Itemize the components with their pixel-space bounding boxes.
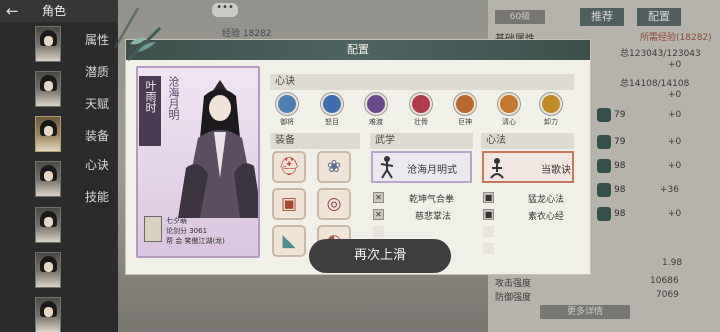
duel-score: 论剑分 3061 [166,227,208,235]
skill-slot[interactable]: 怒目 [319,93,345,127]
skill-slot[interactable]: 巨神 [452,93,478,127]
character-portrait[interactable] [35,26,61,62]
tab-skills[interactable]: 技能 [85,188,113,205]
helmet-icon: ⛑ [278,157,300,177]
wuxue-item[interactable]: 慈悲掌法 [415,209,451,222]
equipment-slot[interactable]: ⛑ [272,151,306,183]
wuxue-header: 武学 [370,133,473,149]
skill-slot[interactable]: 壮骨 [408,93,434,127]
character-name: 叶雨时 [139,76,161,146]
page-title: 角色 [42,4,67,18]
tab-equipment[interactable]: 装备 [85,127,113,144]
meditation-figure-icon [490,158,504,179]
empty-slot[interactable] [373,226,384,237]
boots-icon: ◣ [282,231,296,251]
avatar [144,216,162,242]
eye-icon [321,93,343,115]
equipment-header: 装备 [270,133,360,149]
armor-icon: ▣ [280,194,298,214]
character-portrait[interactable] [35,71,61,107]
character-portrait[interactable] [35,297,61,332]
martial-figure-icon [380,156,394,179]
skill-slot[interactable]: 清心 [496,93,522,127]
empty-slot[interactable] [483,243,494,254]
tab-attributes[interactable]: 属性 [85,31,113,48]
xinfa-item[interactable]: 猛龙心法 [528,192,564,205]
xinfa-main-name: 当歌诀 [541,165,571,176]
wuxue-main-slot[interactable]: 沧海月明式 [371,151,472,183]
character-portrait-selected[interactable] [35,116,61,152]
xinfa-item[interactable]: 素衣心经 [528,209,564,222]
skill-slot[interactable]: 御将 [274,93,300,127]
character-portrait[interactable] [35,161,61,197]
tab-potential[interactable]: 潜质 [85,63,113,80]
equipment-slot[interactable]: ▣ [272,188,306,220]
faction: 帮 会 笑傲江湖(龙) [166,237,225,245]
character-portrait[interactable] [35,252,61,288]
fist-icon: ✕ [373,192,384,203]
palm-icon: ✕ [373,209,384,220]
skill-slot[interactable]: 难渡 [363,93,389,127]
flower-icon [410,93,432,115]
swirl-icon [540,93,562,115]
necklace-icon: ❀ [326,157,342,177]
sword-leaf-decoration [126,26,162,62]
character-portrait[interactable] [35,207,61,243]
ring-icon: ◎ [326,194,342,214]
character-card[interactable]: 叶雨时 沧海月明 七夕萌 论剑分 3061 帮 会 笑傲江湖(龙) [136,66,260,258]
xinjue-header: 心诀 [270,74,574,90]
equipment-slot[interactable]: ❀ [317,151,351,183]
robe-icon: ■ [483,209,494,220]
equipment-slot[interactable]: ◣ [272,225,306,257]
modal-title: 配置 [126,40,590,60]
equipment-slot[interactable]: ◎ [317,188,351,220]
flower-icon [498,93,520,115]
arrow-left-icon[interactable]: ← [6,2,19,20]
tab-talent[interactable]: 天赋 [85,95,113,112]
character-figure [178,80,258,218]
wave-icon [276,93,298,115]
empty-slot[interactable] [483,226,494,237]
skill-slot[interactable]: 卸力 [538,93,564,127]
wing-icon [365,93,387,115]
nickname: 七夕萌 [166,217,187,225]
xinfa-header: 心法 [481,133,574,149]
left-nav-panel: ← 角色 属性 潜质 天赋 装备 心诀 技能 [0,0,118,332]
wuxue-main-name: 沧海月明式 [407,165,457,176]
tab-xinjue[interactable]: 心诀 [85,156,113,173]
sun-icon [454,93,476,115]
character-info: 七夕萌 论剑分 3061 帮 会 笑傲江湖(龙) [140,214,258,256]
wuxue-item[interactable]: 乾坤气合拳 [409,192,454,205]
dragon-icon: ■ [483,192,494,203]
swipe-up-toast: 再次上滑 [309,239,451,273]
xinfa-main-slot[interactable]: 当歌诀 [482,151,574,183]
